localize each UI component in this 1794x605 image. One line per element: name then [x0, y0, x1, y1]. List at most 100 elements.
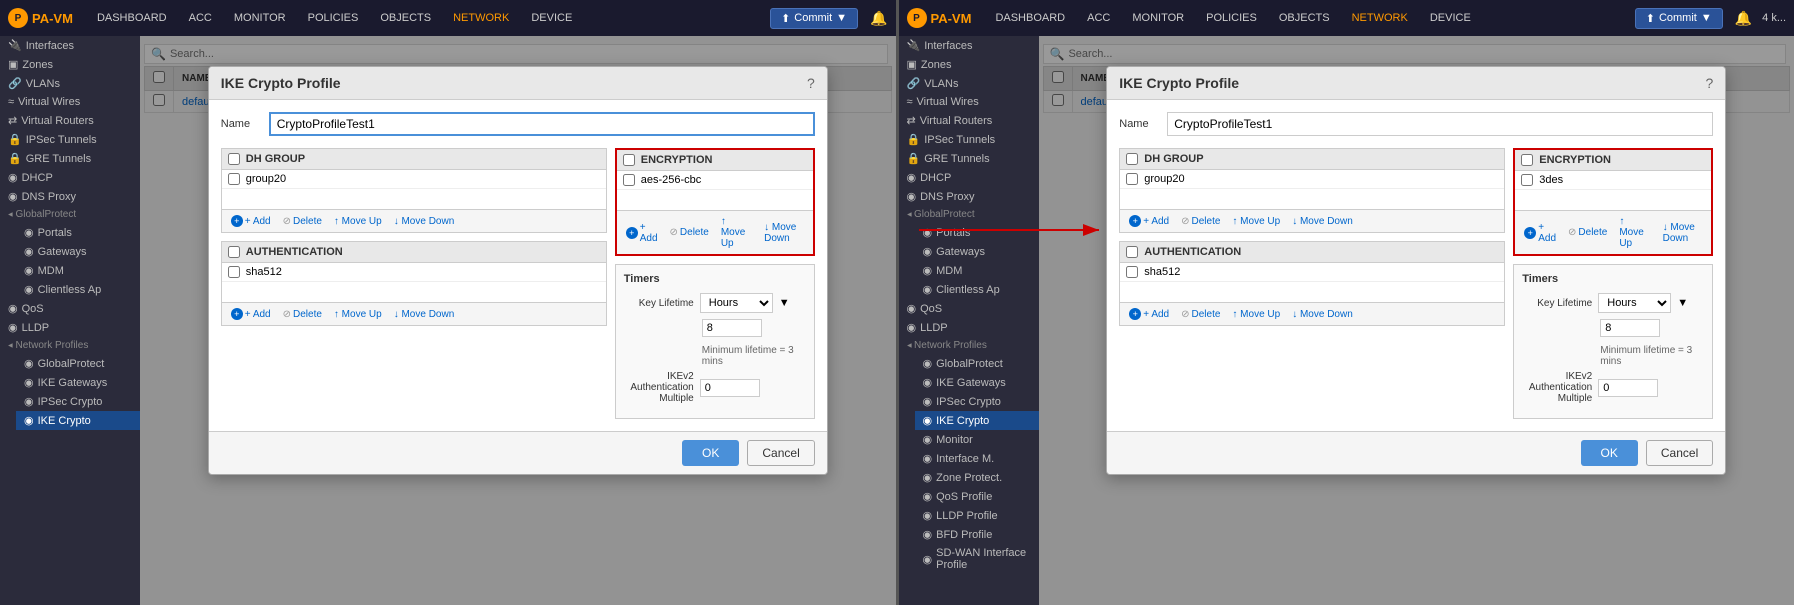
sidebar-globalprotect-group-right[interactable]: ▾ GlobalProtect: [899, 206, 1039, 223]
enc-row-check-right[interactable]: [1521, 174, 1533, 186]
sidebar-ipsec-crypto-right[interactable]: ◉ IPSec Crypto: [915, 392, 1039, 411]
enc-up-right[interactable]: ↑ Move Up: [1616, 215, 1653, 250]
sidebar-zone-protect-right[interactable]: ◉ Zone Protect.: [915, 468, 1039, 487]
dh-up-left[interactable]: ↑ Move Up: [331, 215, 385, 228]
sidebar-network-profiles-group-right[interactable]: ▾ Network Profiles: [899, 337, 1039, 354]
nav-device-left[interactable]: DEVICE: [523, 8, 580, 28]
sidebar-portals-right[interactable]: ◉ Portals: [915, 223, 1039, 242]
sidebar-virtual-wires-left[interactable]: ≈ Virtual Wires: [0, 93, 140, 111]
auth-row-check-right[interactable]: [1126, 266, 1138, 278]
dh-group-row-check-left[interactable]: [228, 173, 240, 185]
commit-btn-left[interactable]: ⬆ Commit ▼: [770, 8, 858, 29]
key-lifetime-number-left[interactable]: [702, 319, 762, 337]
sidebar-qos-left[interactable]: ◉ QoS: [0, 299, 140, 318]
sidebar-lldp-left[interactable]: ◉ LLDP: [0, 318, 140, 337]
sidebar-mdm-right[interactable]: ◉ MDM: [915, 261, 1039, 280]
sidebar-dhcp-right[interactable]: ◉ DHCP: [899, 168, 1039, 187]
auth-add-right[interactable]: + + Add: [1126, 307, 1172, 321]
dh-delete-left[interactable]: ⊘ Delete: [280, 215, 325, 228]
sidebar-virtual-routers-left[interactable]: ⇄ Virtual Routers: [0, 111, 140, 130]
auth-delete-right[interactable]: ⊘ Delete: [1178, 308, 1223, 321]
dh-group-check-right[interactable]: [1126, 153, 1138, 165]
sidebar-ike-crypto-right[interactable]: ◉ IKE Crypto: [915, 411, 1039, 430]
sidebar-zones-left[interactable]: ▣ Zones: [0, 55, 140, 74]
ok-button-left[interactable]: OK: [682, 440, 739, 466]
name-input-right[interactable]: [1167, 112, 1713, 136]
dh-group-check-left[interactable]: [228, 153, 240, 165]
sidebar-bfd-profile-right[interactable]: ◉ BFD Profile: [915, 525, 1039, 544]
sidebar-network-profiles-group-left[interactable]: ▾ Network Profiles: [0, 337, 140, 354]
auth-delete-left[interactable]: ⊘ Delete: [280, 308, 325, 321]
sidebar-gateways-left[interactable]: ◉ Gateways: [16, 242, 140, 261]
auth-up-left[interactable]: ↑ Move Up: [331, 308, 385, 321]
sidebar-ike-crypto-left[interactable]: ◉ IKE Crypto: [16, 411, 140, 430]
nav-device-right[interactable]: DEVICE: [1422, 8, 1479, 28]
sidebar-lldp-right[interactable]: ◉ LLDP: [899, 318, 1039, 337]
sidebar-dns-left[interactable]: ◉ DNS Proxy: [0, 187, 140, 206]
dh-down-left[interactable]: ↓ Move Down: [391, 215, 458, 228]
auth-check-left[interactable]: [228, 246, 240, 258]
name-input-left[interactable]: [269, 112, 815, 136]
sidebar-ipsec-left[interactable]: 🔒 IPSec Tunnels: [0, 130, 140, 149]
nav-policies-left[interactable]: POLICIES: [300, 8, 367, 28]
sidebar-lldp-profile-right[interactable]: ◉ LLDP Profile: [915, 506, 1039, 525]
auth-row-check-left[interactable]: [228, 266, 240, 278]
sidebar-gp2-left[interactable]: ◉ GlobalProtect: [16, 354, 140, 373]
auth-down-right[interactable]: ↓ Move Down: [1289, 308, 1356, 321]
sidebar-qos-right[interactable]: ◉ QoS: [899, 299, 1039, 318]
enc-down-right[interactable]: ↓ Move Down: [1660, 221, 1706, 245]
sidebar-portals-left[interactable]: ◉ Portals: [16, 223, 140, 242]
nav-dashboard-left[interactable]: DASHBOARD: [89, 8, 175, 28]
ok-button-right[interactable]: OK: [1581, 440, 1638, 466]
key-lifetime-number-right[interactable]: [1600, 319, 1660, 337]
enc-check-left[interactable]: [623, 154, 635, 166]
key-lifetime-select-left[interactable]: Hours Seconds Minutes Days: [700, 293, 773, 313]
sidebar-clientless-right[interactable]: ◉ Clientless Ap: [915, 280, 1039, 299]
enc-up-left[interactable]: ↑ Move Up: [718, 215, 755, 250]
dh-up-right[interactable]: ↑ Move Up: [1229, 215, 1283, 228]
nav-policies-right[interactable]: POLICIES: [1198, 8, 1265, 28]
cancel-button-left[interactable]: Cancel: [747, 440, 814, 466]
bell-icon-right[interactable]: 🔔: [1735, 10, 1752, 27]
dh-group-row-check-right[interactable]: [1126, 173, 1138, 185]
nav-network-left[interactable]: NETWORK: [445, 8, 517, 28]
sidebar-virtual-routers-right[interactable]: ⇄ Virtual Routers: [899, 111, 1039, 130]
sidebar-gp2-right[interactable]: ◉ GlobalProtect: [915, 354, 1039, 373]
nav-acc-left[interactable]: ACC: [181, 8, 220, 28]
sidebar-mdm-left[interactable]: ◉ MDM: [16, 261, 140, 280]
sidebar-interfaces-left[interactable]: 🔌 Interfaces: [0, 36, 140, 55]
sidebar-monitor-right[interactable]: ◉ Monitor: [915, 430, 1039, 449]
sidebar-gateways-right[interactable]: ◉ Gateways: [915, 242, 1039, 261]
sidebar-vlans-right[interactable]: 🔗 VLANs: [899, 74, 1039, 93]
sidebar-dns-right[interactable]: ◉ DNS Proxy: [899, 187, 1039, 206]
nav-objects-right[interactable]: OBJECTS: [1271, 8, 1338, 28]
ikev2-input-right[interactable]: [1598, 379, 1658, 397]
sidebar-ipsec-right[interactable]: 🔒 IPSec Tunnels: [899, 130, 1039, 149]
sidebar-virtual-wires-right[interactable]: ≈ Virtual Wires: [899, 93, 1039, 111]
sidebar-sdwan-right[interactable]: ◉ SD-WAN Interface Profile: [915, 544, 1039, 574]
sidebar-gre-left[interactable]: 🔒 GRE Tunnels: [0, 149, 140, 168]
auth-add-left[interactable]: + + Add: [228, 307, 274, 321]
nav-objects-left[interactable]: OBJECTS: [372, 8, 439, 28]
enc-add-right[interactable]: + + Add: [1521, 221, 1559, 245]
ikev2-input-left[interactable]: [700, 379, 760, 397]
bell-icon-left[interactable]: 🔔: [870, 10, 887, 27]
enc-add-left[interactable]: + + Add: [623, 221, 661, 245]
sidebar-dhcp-left[interactable]: ◉ DHCP: [0, 168, 140, 187]
nav-dashboard-right[interactable]: DASHBOARD: [987, 8, 1073, 28]
modal-help-right[interactable]: ?: [1705, 75, 1713, 91]
sidebar-ike-gw-left[interactable]: ◉ IKE Gateways: [16, 373, 140, 392]
sidebar-gre-right[interactable]: 🔒 GRE Tunnels: [899, 149, 1039, 168]
dh-delete-right[interactable]: ⊘ Delete: [1178, 215, 1223, 228]
sidebar-globalprotect-group-left[interactable]: ▾ GlobalProtect: [0, 206, 140, 223]
cancel-button-right[interactable]: Cancel: [1646, 440, 1713, 466]
commit-btn-right[interactable]: ⬆ Commit ▼: [1635, 8, 1723, 29]
auth-up-right[interactable]: ↑ Move Up: [1229, 308, 1283, 321]
nav-acc-right[interactable]: ACC: [1079, 8, 1118, 28]
dh-add-left[interactable]: + + Add: [228, 214, 274, 228]
enc-check-right[interactable]: [1521, 154, 1533, 166]
enc-delete-left[interactable]: ⊘ Delete: [667, 226, 712, 239]
sidebar-zones-right[interactable]: ▣ Zones: [899, 55, 1039, 74]
nav-network-right[interactable]: NETWORK: [1344, 8, 1416, 28]
sidebar-qos-profile-right[interactable]: ◉ QoS Profile: [915, 487, 1039, 506]
